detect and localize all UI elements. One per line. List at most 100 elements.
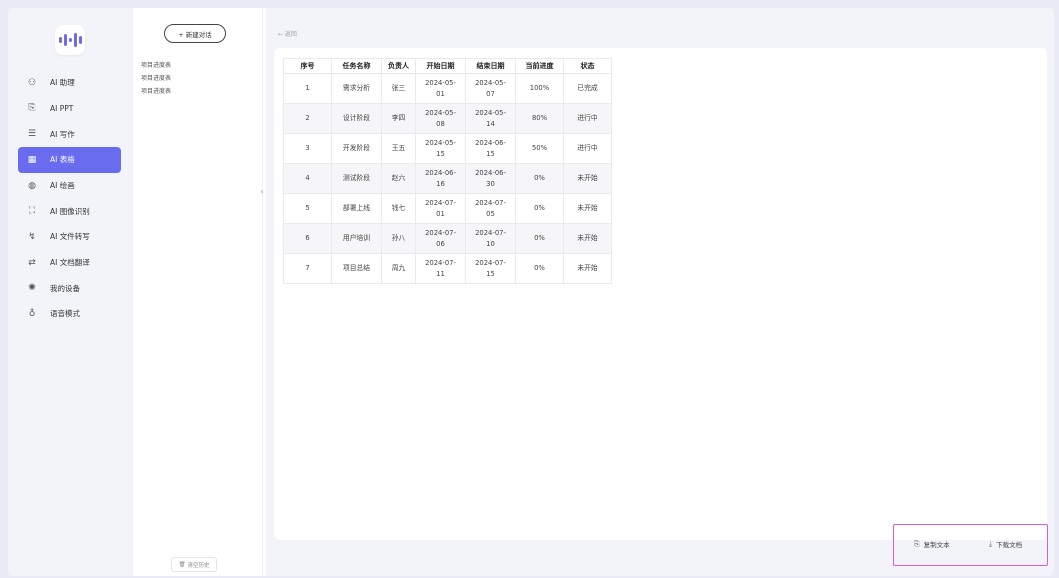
table-cell: 设计阶段 bbox=[331, 103, 382, 134]
table-cell: 测试阶段 bbox=[331, 163, 382, 194]
history-item[interactable]: 项目进度表 bbox=[141, 85, 171, 98]
table-cell: 2024-07- 15 bbox=[465, 253, 516, 284]
table-cell: 2024-05- 01 bbox=[415, 73, 466, 104]
table-header-cell: 序号 bbox=[283, 58, 332, 74]
table-cell: 2024-07- 05 bbox=[465, 193, 516, 224]
sidebar-item-2[interactable]: ☰ AI 写作 bbox=[18, 121, 121, 147]
copy-icon: ⎘ bbox=[914, 539, 920, 548]
download-doc-button[interactable]: ⤓ 下载文档 bbox=[989, 539, 1023, 550]
table-cell: 5 bbox=[283, 193, 332, 224]
table-row: 7 项目总结 周九 2024-07- 11 2024-07- 15 0% 未开始 bbox=[283, 253, 612, 284]
nav-list: ⚇ AI 助理 ⎘ AI PPT ☰ AI 写作 ▦ AI 表格 ◍ AI 绘画 ⛶ AI 图像识别 ↯… bbox=[18, 70, 121, 327]
collapse-panel-icon[interactable]: ‹ bbox=[258, 182, 266, 200]
back-link[interactable]: ← 返回 bbox=[278, 29, 297, 38]
sidebar-item-6[interactable]: ↯ AI 文件转写 bbox=[18, 224, 121, 250]
robot-icon: ⚇ bbox=[27, 77, 37, 88]
table-cell: 2024-07- 10 bbox=[465, 223, 516, 254]
table-cell: 开发阶段 bbox=[331, 133, 382, 164]
copy-text-button[interactable]: ⎘ 复制文本 bbox=[914, 539, 950, 550]
table-row: 3 开发阶段 王五 2024-05- 15 2024-06- 15 50% 进行中 bbox=[283, 133, 612, 164]
table-cell: 钱七 bbox=[381, 193, 416, 224]
history-item[interactable]: 项目进度表 bbox=[141, 72, 171, 85]
history-list: 项目进度表 项目进度表 项目进度表 bbox=[141, 59, 171, 98]
table-cell: 部署上线 bbox=[331, 193, 382, 224]
new-chat-button[interactable]: + 新建对话 bbox=[164, 24, 226, 43]
sidebar-item-7[interactable]: ⇄ AI 文档翻译 bbox=[18, 250, 121, 276]
download-doc-label: 下载文档 bbox=[996, 541, 1023, 549]
table-cell: 3 bbox=[283, 133, 332, 164]
table-row: 4 测试阶段 赵六 2024-06- 16 2024-06- 30 0% 未开始 bbox=[283, 163, 612, 194]
table-cell: 李四 bbox=[381, 103, 416, 134]
sidebar-item-label: 我的设备 bbox=[50, 283, 80, 293]
table-cell: 2024-06- 16 bbox=[415, 163, 466, 194]
table-cell: 未开始 bbox=[563, 253, 612, 284]
file-transcribe-icon: ↯ bbox=[28, 231, 36, 242]
table-cell: 100% bbox=[515, 73, 564, 104]
table-row: 6 用户培训 孙八 2024-07- 06 2024-07- 10 0% 未开始 bbox=[283, 223, 612, 254]
trash-icon: 🗑 bbox=[178, 561, 186, 568]
content-panel: 序号 任务名称 负责人 开始日期 结束日期 当前进度 状态 1 需求分析 张三 2024-05- 0… bbox=[274, 48, 1047, 540]
sidebar-item-label: 语音模式 bbox=[50, 309, 80, 319]
table-cell: 未开始 bbox=[563, 193, 612, 224]
sidebar-item-label: AI 绘画 bbox=[50, 181, 75, 190]
table-cell: 已完成 bbox=[563, 73, 612, 104]
microphone-icon: ♁ bbox=[28, 308, 36, 319]
table-cell: 0% bbox=[515, 193, 564, 224]
sidebar-item-3[interactable]: ▦ AI 表格 bbox=[18, 147, 121, 173]
sidebar-item-0[interactable]: ⚇ AI 助理 bbox=[18, 70, 121, 96]
table-cell: 2024-06- 30 bbox=[465, 163, 516, 194]
table-cell: 4 bbox=[283, 163, 332, 194]
sidebar-item-label: AI 图像识别 bbox=[50, 206, 90, 216]
table-cell: 进行中 bbox=[563, 133, 612, 164]
table-cell: 2024-06- 15 bbox=[465, 133, 516, 164]
table-cell: 未开始 bbox=[563, 223, 612, 254]
table-cell: 周九 bbox=[381, 253, 416, 284]
sidebar-item-4[interactable]: ◍ AI 绘画 bbox=[18, 173, 121, 199]
table-cell: 2 bbox=[283, 103, 332, 134]
table-header-cell: 开始日期 bbox=[415, 58, 466, 74]
table-cell: 6 bbox=[283, 223, 332, 254]
table-cell: 进行中 bbox=[563, 103, 612, 134]
table-cell: 2024-05- 07 bbox=[465, 73, 516, 104]
progress-table: 序号 任务名称 负责人 开始日期 结束日期 当前进度 状态 1 需求分析 张三 2024-05- 0… bbox=[283, 58, 612, 284]
table-cell: 项目总结 bbox=[331, 253, 382, 284]
image-recognition-icon: ⛶ bbox=[28, 206, 36, 217]
sidebar-item-label: AI PPT bbox=[50, 103, 74, 113]
table-cell: 7 bbox=[283, 253, 332, 284]
table-cell: 需求分析 bbox=[331, 73, 382, 104]
sidebar-item-label: AI 文档翻译 bbox=[50, 258, 90, 268]
table-cell: 2024-07- 11 bbox=[415, 253, 466, 284]
table-row: 2 设计阶段 李四 2024-05- 08 2024-05- 14 80% 进行中 bbox=[283, 103, 612, 134]
table-row: 1 需求分析 张三 2024-05- 01 2024-05- 07 100% 已完成 bbox=[283, 73, 612, 104]
main-area: ← 返回 序号 任务名称 负责人 开始日期 结束日期 当前进度 状态 1 需求分析 张三 2024… bbox=[266, 8, 1054, 576]
logo-icon[interactable] bbox=[55, 25, 85, 55]
table-cell: 用户培训 bbox=[331, 223, 382, 254]
clear-history-button[interactable]: 🗑 清空历史 bbox=[171, 557, 217, 572]
table-cell: 2024-05- 14 bbox=[465, 103, 516, 134]
table-header-cell: 负责人 bbox=[381, 58, 416, 74]
table-cell: 0% bbox=[515, 253, 564, 284]
table-icon: ▦ bbox=[27, 154, 37, 165]
table-row: 5 部署上线 钱七 2024-07- 01 2024-07- 05 0% 未开始 bbox=[283, 193, 612, 224]
sidebar-item-9[interactable]: ♁ 语音模式 bbox=[18, 301, 121, 327]
history-item[interactable]: 项目进度表 bbox=[141, 59, 171, 72]
ppt-icon: ⎘ bbox=[28, 103, 36, 114]
table-cell: 0% bbox=[515, 163, 564, 194]
sidebar-item-1[interactable]: ⎘ AI PPT bbox=[18, 96, 121, 122]
sidebar-item-label: AI 助理 bbox=[50, 78, 75, 88]
sidebar-item-label: AI 表格 bbox=[50, 155, 75, 165]
sidebar-item-label: AI 写作 bbox=[50, 129, 75, 139]
clear-history-label: 清空历史 bbox=[187, 562, 210, 569]
writing-icon: ☰ bbox=[27, 129, 37, 140]
table-header-cell: 状态 bbox=[563, 58, 612, 74]
download-icon: ⤓ bbox=[989, 539, 993, 548]
sidebar-nav: ⚇ AI 助理 ⎘ AI PPT ☰ AI 写作 ▦ AI 表格 ◍ AI 绘画 ⛶ AI 图像识别 ↯… bbox=[8, 8, 133, 576]
table-cell: 孙八 bbox=[381, 223, 416, 254]
table-cell: 2024-07- 01 bbox=[415, 193, 466, 224]
table-header-row: 序号 任务名称 负责人 开始日期 结束日期 当前进度 状态 bbox=[283, 58, 612, 74]
sidebar-item-5[interactable]: ⛶ AI 图像识别 bbox=[18, 198, 121, 224]
table-cell: 0% bbox=[515, 223, 564, 254]
table-header-cell: 任务名称 bbox=[331, 58, 382, 74]
app-window: ⚇ AI 助理 ⎘ AI PPT ☰ AI 写作 ▦ AI 表格 ◍ AI 绘画 ⛶ AI 图像识别 ↯… bbox=[8, 8, 1054, 576]
sidebar-item-8[interactable]: ✺ 我的设备 bbox=[18, 276, 121, 302]
